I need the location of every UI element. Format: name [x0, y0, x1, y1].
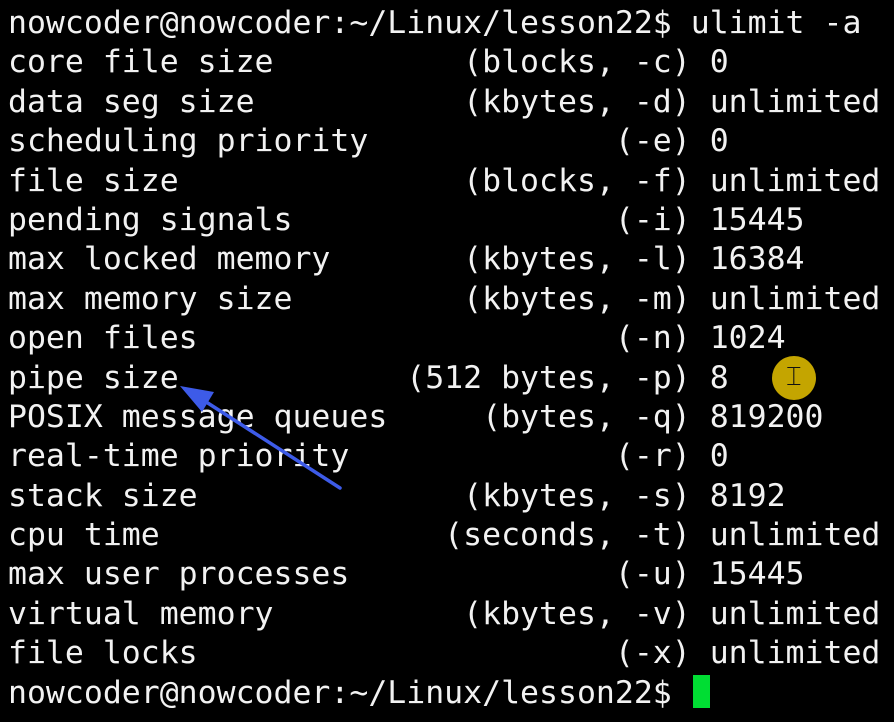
- output-line-max-user-processes: max user processes (-u) 15445: [8, 556, 805, 593]
- output-line-virtual-memory: virtual memory (kbytes, -v) unlimited: [8, 595, 881, 632]
- output-line-max-locked-memory: max locked memory (kbytes, -l) 16384: [8, 241, 805, 278]
- output-line-core-file-size: core file size (blocks, -c) 0: [8, 44, 729, 81]
- output-line-data-seg-size: data seg size (kbytes, -d) unlimited: [8, 83, 881, 120]
- output-line-cpu-time: cpu time (seconds, -t) unlimited: [8, 517, 881, 554]
- output-line-scheduling-priority: scheduling priority (-e) 0: [8, 123, 729, 160]
- output-line-open-files: open files (-n) 1024: [8, 320, 786, 357]
- output-line-pending-signals: pending signals (-i) 15445: [8, 201, 805, 238]
- terminal-cursor: [692, 674, 710, 708]
- text-cursor-icon: ⌶: [786, 362, 802, 392]
- output-line-real-time-priority: real-time priority (-r) 0: [8, 438, 729, 475]
- shell-prompt: nowcoder@nowcoder:~/Linux/lesson22$: [8, 5, 672, 41]
- output-line-file-size: file size (blocks, -f) unlimited: [8, 162, 881, 199]
- terminal-window[interactable]: nowcoder@nowcoder:~/Linux/lesson22$ ulim…: [0, 0, 894, 722]
- output-line-file-locks: file locks (-x) unlimited: [8, 635, 881, 672]
- output-line-pipe-size: pipe size (512 bytes, -p) 8: [8, 359, 729, 396]
- command-text: ulimit -a: [671, 5, 862, 41]
- output-line-max-memory-size: max memory size (kbytes, -m) unlimited: [8, 280, 881, 317]
- current-prompt-line[interactable]: nowcoder@nowcoder:~/Linux/lesson22$: [8, 674, 894, 713]
- command-line: nowcoder@nowcoder:~/Linux/lesson22$ ulim…: [8, 4, 894, 43]
- shell-prompt: nowcoder@nowcoder:~/Linux/lesson22$: [8, 674, 691, 711]
- output-line-stack-size: stack size (kbytes, -s) 8192: [8, 477, 786, 514]
- output-line-posix-message-queues: POSIX message queues (bytes, -q) 819200: [8, 398, 824, 435]
